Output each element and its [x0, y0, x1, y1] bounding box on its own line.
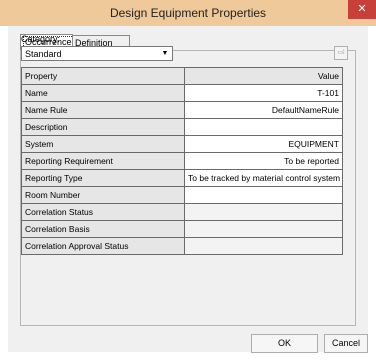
category-value: Standard	[25, 49, 62, 59]
property-value[interactable]: DefaultNameRule	[184, 101, 343, 119]
table-row[interactable]: System EQUIPMENT	[21, 135, 343, 153]
property-name: System	[21, 135, 185, 153]
close-button[interactable]: ✕	[348, 0, 376, 19]
dialog-title: Design Equipment Properties	[109, 6, 267, 20]
close-icon: ✕	[357, 3, 367, 15]
table-row[interactable]: Name Rule DefaultNameRule	[21, 101, 343, 119]
property-name: Name	[21, 84, 185, 102]
property-name: Name Rule	[21, 101, 185, 119]
table-row[interactable]: Reporting Requirement To be reported	[21, 152, 343, 170]
property-name: Room Number	[21, 186, 185, 204]
table-row[interactable]: Description	[21, 118, 343, 136]
table-row[interactable]: Correlation Basis	[21, 220, 343, 238]
property-value[interactable]: To be tracked by material control system	[184, 169, 343, 187]
property-value[interactable]: EQUIPMENT	[184, 135, 343, 153]
properties-icon[interactable]: ▭⁞	[334, 46, 348, 60]
properties-grid: Property Value Name T-101 Name Rule Defa…	[21, 67, 343, 255]
table-row[interactable]: Name T-101	[21, 84, 343, 102]
property-column-header: Property	[21, 67, 185, 85]
chevron-down-icon: ▼	[161, 50, 169, 57]
property-name: Correlation Approval Status	[21, 237, 185, 255]
ok-button[interactable]: OK	[251, 334, 318, 353]
property-name: Reporting Type	[21, 169, 185, 187]
cancel-button[interactable]: Cancel	[324, 334, 368, 353]
property-value[interactable]	[184, 220, 343, 238]
value-column-header: Value	[184, 67, 343, 85]
property-value[interactable]	[184, 186, 343, 204]
category-label: Category:	[21, 34, 61, 44]
property-value[interactable]	[184, 203, 343, 221]
property-value[interactable]	[184, 237, 343, 255]
property-name: Correlation Basis	[21, 220, 185, 238]
table-row[interactable]: Room Number	[21, 186, 343, 204]
title-bar: Design Equipment Properties ✕	[0, 0, 376, 26]
grid-header-row: Property Value	[21, 67, 343, 85]
properties-dialog: Design Equipment Properties ✕ Occurrence…	[0, 0, 376, 360]
table-row[interactable]: Correlation Status	[21, 203, 343, 221]
table-row[interactable]: Correlation Approval Status	[21, 237, 343, 255]
category-select[interactable]: Standard ▼	[21, 46, 173, 61]
property-name: Reporting Requirement	[21, 152, 185, 170]
property-name: Correlation Status	[21, 203, 185, 221]
property-value[interactable]: T-101	[184, 84, 343, 102]
property-name: Description	[21, 118, 185, 136]
property-value[interactable]	[184, 118, 343, 136]
property-value[interactable]: To be reported	[184, 152, 343, 170]
table-row[interactable]: Reporting Type To be tracked by material…	[21, 169, 343, 187]
